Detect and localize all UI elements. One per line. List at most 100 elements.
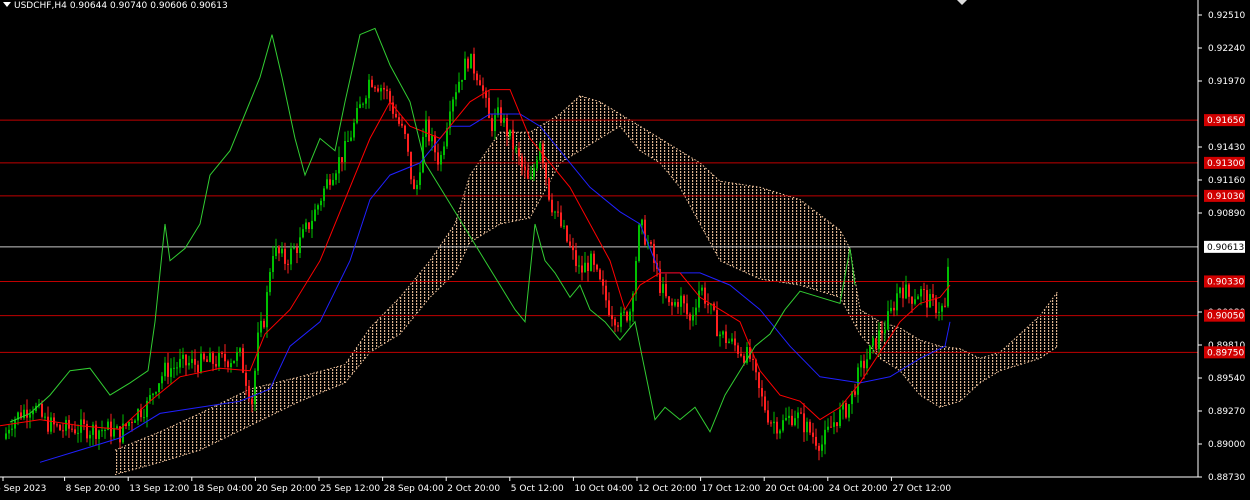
candle-body [863, 360, 865, 369]
candle-body [458, 81, 460, 93]
candle-body [581, 265, 583, 273]
candle-body [626, 311, 628, 321]
candle-body [587, 262, 589, 272]
candle-body [737, 345, 739, 354]
candle-body [179, 358, 181, 368]
candle-body [563, 225, 565, 227]
candle-body [236, 352, 238, 361]
candle-body [803, 413, 805, 433]
candle-body [230, 363, 232, 368]
candle-body [356, 108, 358, 123]
candle-body [233, 360, 235, 364]
candle-body [761, 388, 763, 397]
candle-body [914, 299, 916, 304]
candle-body [317, 205, 319, 210]
candle-body [545, 163, 547, 179]
candle-body [224, 353, 226, 362]
candle-body [731, 338, 733, 342]
candle-body [602, 279, 604, 286]
candle-body [467, 58, 469, 69]
candle-body [794, 418, 796, 426]
candle-body [59, 424, 61, 431]
candle-body [398, 117, 400, 124]
candle-body [599, 269, 601, 280]
candle-body [116, 426, 118, 429]
candle-body [815, 436, 817, 446]
candle-body [728, 341, 730, 343]
candle-body [800, 412, 802, 414]
candle-body [506, 117, 508, 137]
candle-body [62, 430, 64, 432]
candle-body [383, 88, 385, 90]
candle-body [752, 358, 754, 360]
level-label-4: 0.90050 [1207, 312, 1244, 322]
x-tick-label-3: 18 Sep 04:00 [193, 484, 253, 494]
high-value: 0.90740 [110, 1, 148, 11]
candle-body [182, 354, 184, 359]
candle-body [314, 209, 316, 221]
candle-body [41, 403, 43, 417]
candle-body [275, 246, 277, 257]
candle-body [764, 396, 766, 411]
candle-body [935, 297, 937, 313]
candle-body [677, 302, 679, 307]
candle-body [782, 420, 784, 431]
symbol-label: USDCHF,H4 [14, 1, 67, 11]
candle-body [518, 148, 520, 157]
x-tick-label-2: 13 Sep 12:00 [129, 484, 189, 494]
candle-body [428, 119, 430, 142]
candle-body [368, 79, 370, 99]
candle-body [11, 428, 13, 430]
candle-body [590, 253, 592, 272]
candle-body [569, 241, 571, 246]
candle-body [920, 288, 922, 297]
candle-body [776, 421, 778, 434]
candle-body [350, 137, 352, 141]
candle-body [689, 314, 691, 321]
candle-body [71, 428, 73, 430]
candle-body [413, 179, 415, 190]
candle-body [812, 432, 814, 437]
candle-body [464, 58, 466, 80]
candle-body [56, 424, 58, 426]
x-tick-label-4: 20 Sep 20:00 [256, 484, 316, 494]
candle-body [890, 307, 892, 312]
candle-body [482, 85, 484, 91]
candle-body [353, 122, 355, 138]
candle-body [404, 125, 406, 134]
candle-body [191, 358, 193, 363]
candle-body [131, 421, 133, 423]
candle-body [83, 419, 85, 425]
chart-shift-marker-icon[interactable] [957, 0, 967, 5]
candle-body [944, 305, 946, 307]
x-tick-label-7: 2 Oct 20:00 [447, 484, 500, 494]
candle-body [347, 140, 349, 142]
candle-body [557, 211, 559, 213]
candle-body [359, 104, 361, 109]
candle-body [872, 338, 874, 346]
x-tick-label-5: 25 Sep 12:00 [320, 484, 380, 494]
candle-body [344, 140, 346, 163]
candle-body [473, 53, 475, 74]
candle-body [881, 330, 883, 334]
candle-body [260, 320, 262, 333]
candle-body [530, 176, 532, 179]
candle-body [143, 417, 145, 419]
candle-body [926, 290, 928, 308]
candle-body [638, 225, 640, 262]
current-price-label: 0.90613 [1207, 243, 1244, 253]
y-tick-label-3: 0.91430 [1208, 143, 1245, 153]
candle-body [671, 302, 673, 306]
candle-body [5, 433, 7, 439]
candle-body [788, 415, 790, 418]
price-chart[interactable]: 0.92510 0.92240 0.91970 0.91430 0.91160 0.908… [0, 0, 1250, 500]
y-tick-label-9: 0.89270 [1208, 407, 1245, 417]
candle-body [326, 179, 328, 189]
candle-body [806, 421, 808, 433]
candle-body [311, 220, 313, 230]
x-tick-label-14: 27 Oct 12:00 [892, 484, 951, 494]
candle-body [623, 311, 625, 313]
caret-down-icon[interactable] [3, 2, 11, 7]
candle-body [575, 250, 577, 266]
candle-body [848, 404, 850, 418]
